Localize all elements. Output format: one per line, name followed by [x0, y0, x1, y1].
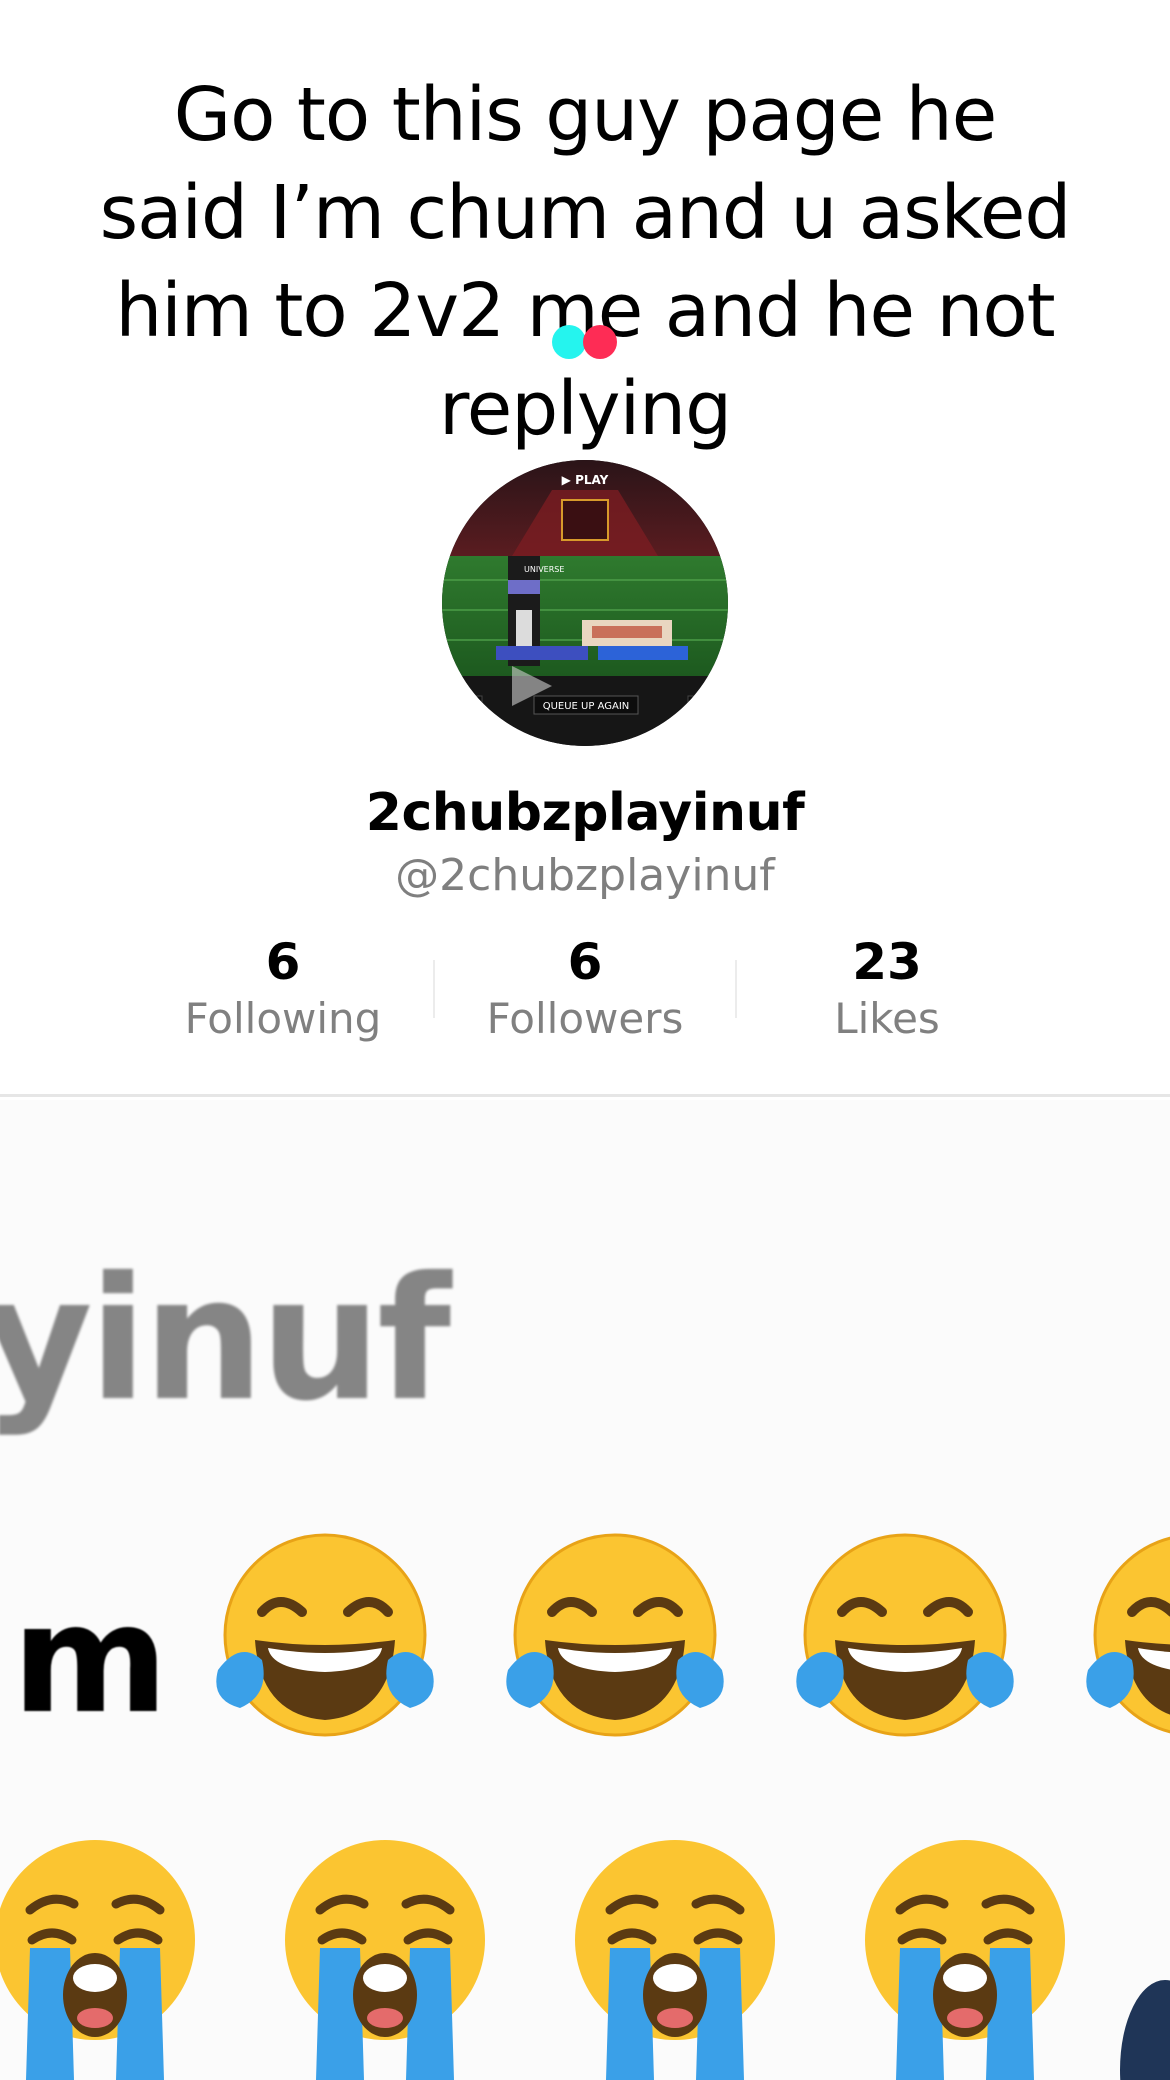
display-name: 2chubzplayinuf: [365, 783, 805, 843]
likes-count: 23: [852, 933, 922, 991]
avatar[interactable]: ▶ PLAY UNIVERSE QUEUE UP AGAIN LEAVE RET…: [442, 460, 728, 746]
caption-line: replying: [438, 366, 732, 452]
loudly-crying-face-icon: [840, 1830, 1090, 2080]
profile-stats: 6 Following 6 Followers 23 Likes: [132, 932, 1038, 1052]
avatar-return-label: RETURN: [692, 703, 721, 711]
caption: Go to this guy page he said I’m chum and…: [60, 66, 1110, 458]
partial-emoji-edge: [1120, 1980, 1170, 2080]
zoomed-handle-fragment: yinuf: [0, 1241, 451, 1439]
following-label: Following: [184, 994, 382, 1043]
avatar-queue-label: QUEUE UP AGAIN: [543, 701, 630, 712]
likes-stat[interactable]: 23 Likes: [736, 932, 1038, 1046]
loading-dot-cyan: [552, 325, 586, 359]
followers-label: Followers: [486, 994, 684, 1043]
section-divider: [0, 1094, 1170, 1097]
tears-of-joy-icon: [200, 1520, 450, 1770]
followers-count: 6: [567, 933, 603, 991]
tears-of-joy-icon: [780, 1520, 1030, 1770]
zoomed-word-fragment: m: [12, 1573, 169, 1747]
loudly-crying-face-icon: [260, 1830, 510, 2080]
following-count: 6: [265, 933, 301, 991]
avatar-game-scene: ▶ PLAY UNIVERSE QUEUE UP AGAIN LEAVE RET…: [442, 460, 728, 746]
zoomed-screenshot: yinuf m: [0, 1100, 1170, 2080]
tears-of-joy-icon: [1070, 1520, 1170, 1770]
avatar-banner-label: UNIVERSE: [524, 565, 564, 574]
caption-line: Go to this guy page he: [173, 72, 997, 158]
tears-of-joy-icon: [490, 1520, 740, 1770]
following-stat[interactable]: 6 Following: [132, 932, 434, 1046]
likes-label: Likes: [834, 994, 940, 1043]
username-handle: @2chubzplayinuf: [395, 850, 775, 901]
loading-dot-red: [583, 325, 617, 359]
followers-stat[interactable]: 6 Followers: [434, 932, 736, 1046]
avatar-play-label: ▶ PLAY: [562, 473, 609, 487]
loudly-crying-face-icon: [0, 1830, 220, 2080]
caption-line: said I’m chum and u asked: [99, 170, 1072, 256]
loudly-crying-face-icon: [550, 1830, 800, 2080]
avatar-leave-label: LEAVE: [446, 703, 468, 711]
